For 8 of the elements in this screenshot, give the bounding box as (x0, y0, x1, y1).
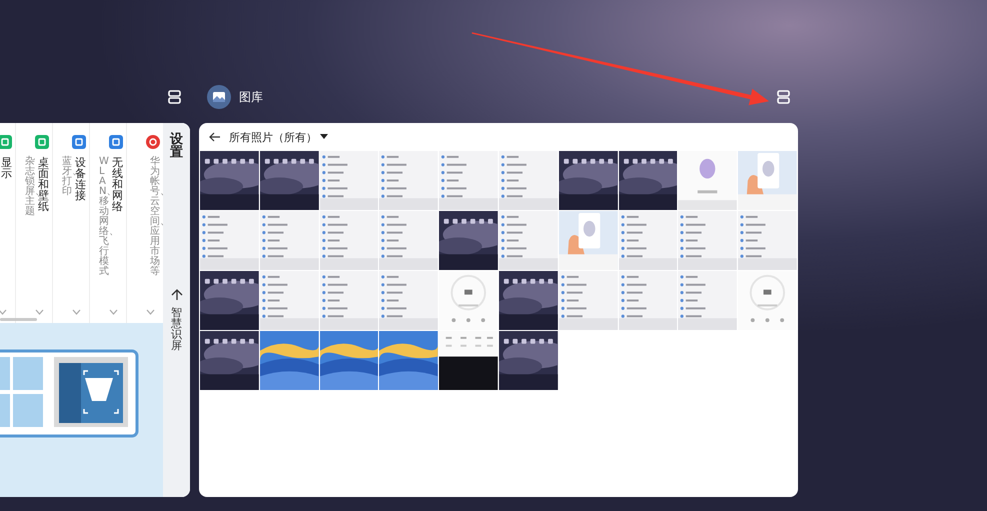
setting-title: 设备连接 (75, 157, 86, 201)
smart-screen-label[interactable]: 智慧识屏 (171, 307, 182, 351)
setting-title: 无线和网络 (112, 157, 123, 212)
app-name: 图库 (239, 88, 263, 106)
setting-title: 桌面和壁纸 (38, 157, 49, 212)
setting-title: 显示 (1, 157, 12, 179)
album-title[interactable]: 所有照片（所有） (229, 130, 317, 144)
app-title: 设置 (170, 133, 183, 159)
